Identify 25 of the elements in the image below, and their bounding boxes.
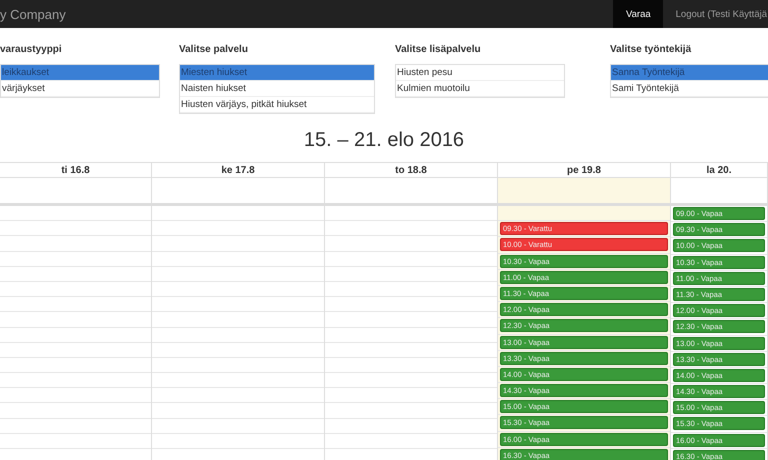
list-option[interactable]: Hiusten värjäys, pitkät hiukset [180, 97, 374, 113]
list-option[interactable]: Hiusten pesu [396, 65, 564, 81]
select-list[interactable]: Sanna Työntekijä Sami Työntekijä [610, 64, 768, 98]
list-option[interactable]: Miesten hiukset [180, 65, 374, 81]
day-header: la 20. [671, 163, 768, 178]
nav-link[interactable]: Varaa [612, 0, 663, 28]
list-option[interactable]: leikkaukset [1, 65, 159, 81]
filter-label: Valitse työntekijä [610, 44, 692, 57]
day-header: ti 16.8 [0, 163, 152, 178]
filter-label: Valitse lisäpalvelu [395, 44, 482, 57]
list-option[interactable]: Kulmien muotoilu [396, 81, 564, 97]
list-option[interactable]: värjäykset [1, 81, 159, 97]
nav-link[interactable]: Logout (Testi Käyttäjä [662, 0, 768, 28]
calendar-title: 15. – 21. elo 2016 [302, 128, 466, 153]
select-list[interactable]: leikkaukset värjäykset [0, 64, 160, 98]
day-header: ke 17.8 [152, 163, 325, 178]
list-option[interactable]: Sanna Työntekijä [611, 65, 768, 81]
brand-name[interactable]: y Company [0, 6, 66, 22]
filter-label: Valitse palvelu [179, 44, 249, 57]
filter-label: varaustyyppi [0, 44, 63, 57]
select-list[interactable]: Miesten hiukset Naisten hiukset Hiusten värjäys, pitkät hiukset [179, 64, 375, 114]
list-option[interactable]: Sami Työntekijä [611, 81, 768, 97]
select-list[interactable]: Hiusten pesu Kulmien muotoilu [395, 64, 565, 98]
day-header: to 18.8 [325, 163, 498, 178]
list-option[interactable]: Naisten hiukset [180, 81, 374, 97]
